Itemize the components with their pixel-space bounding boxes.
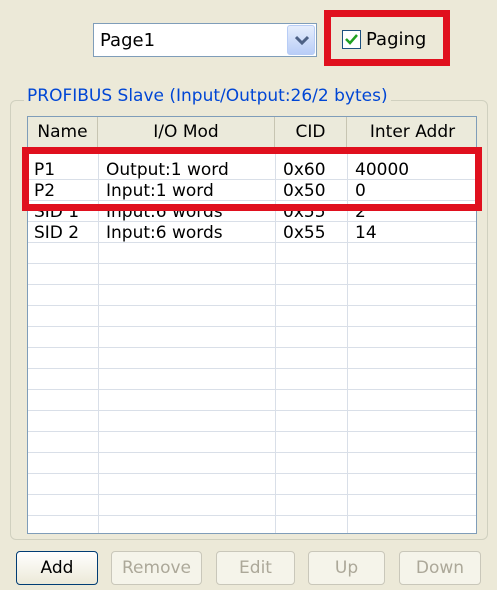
grid-line	[28, 305, 476, 306]
list-header: Name I/O Mod CID Inter Addr	[28, 117, 476, 149]
chevron-down-icon	[295, 35, 309, 46]
column-header-cid[interactable]: CID	[275, 117, 347, 147]
page-select[interactable]: Page1	[93, 23, 317, 57]
column-header-io-mod[interactable]: I/O Mod	[98, 117, 275, 147]
edit-button[interactable]: Edit	[216, 551, 295, 585]
page-select-value: Page1	[100, 30, 156, 51]
grid-line	[28, 347, 476, 348]
rows-highlight-box	[22, 147, 482, 211]
paging-highlight-box	[324, 10, 450, 66]
grid-line	[28, 368, 476, 369]
down-button[interactable]: Down	[399, 551, 481, 585]
up-button[interactable]: Up	[308, 551, 385, 585]
page-select-dropdown-button[interactable]	[287, 25, 315, 55]
grid-line	[28, 452, 476, 453]
grid-line	[28, 410, 476, 411]
cell-io-mod: Input:6 words	[106, 223, 223, 243]
remove-button[interactable]: Remove	[111, 551, 202, 585]
grid-line	[28, 473, 476, 474]
grid-line	[28, 263, 476, 264]
add-button[interactable]: Add	[16, 551, 98, 585]
cell-cid: 0x55	[283, 223, 326, 243]
grid-line	[28, 494, 476, 495]
cell-name: SID 2	[34, 223, 80, 243]
table-row[interactable]: SID 2 Input:6 words 0x55 14	[28, 222, 476, 243]
column-header-inter-addr[interactable]: Inter Addr	[347, 117, 476, 147]
grid-line	[28, 326, 476, 327]
cell-inter-addr: 14	[355, 223, 377, 243]
grid-line	[28, 515, 476, 516]
grid-line	[28, 389, 476, 390]
grid-line	[28, 284, 476, 285]
group-title: PROFIBUS Slave (Input/Output:26/2 bytes)	[24, 86, 391, 106]
column-header-name[interactable]: Name	[28, 117, 98, 147]
grid-line	[28, 431, 476, 432]
